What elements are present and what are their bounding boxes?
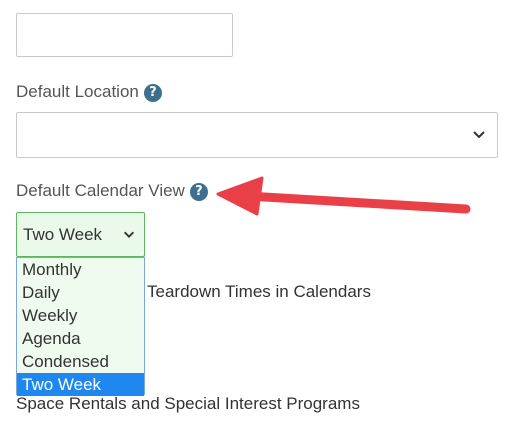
annotation-arrow: [216, 176, 471, 216]
